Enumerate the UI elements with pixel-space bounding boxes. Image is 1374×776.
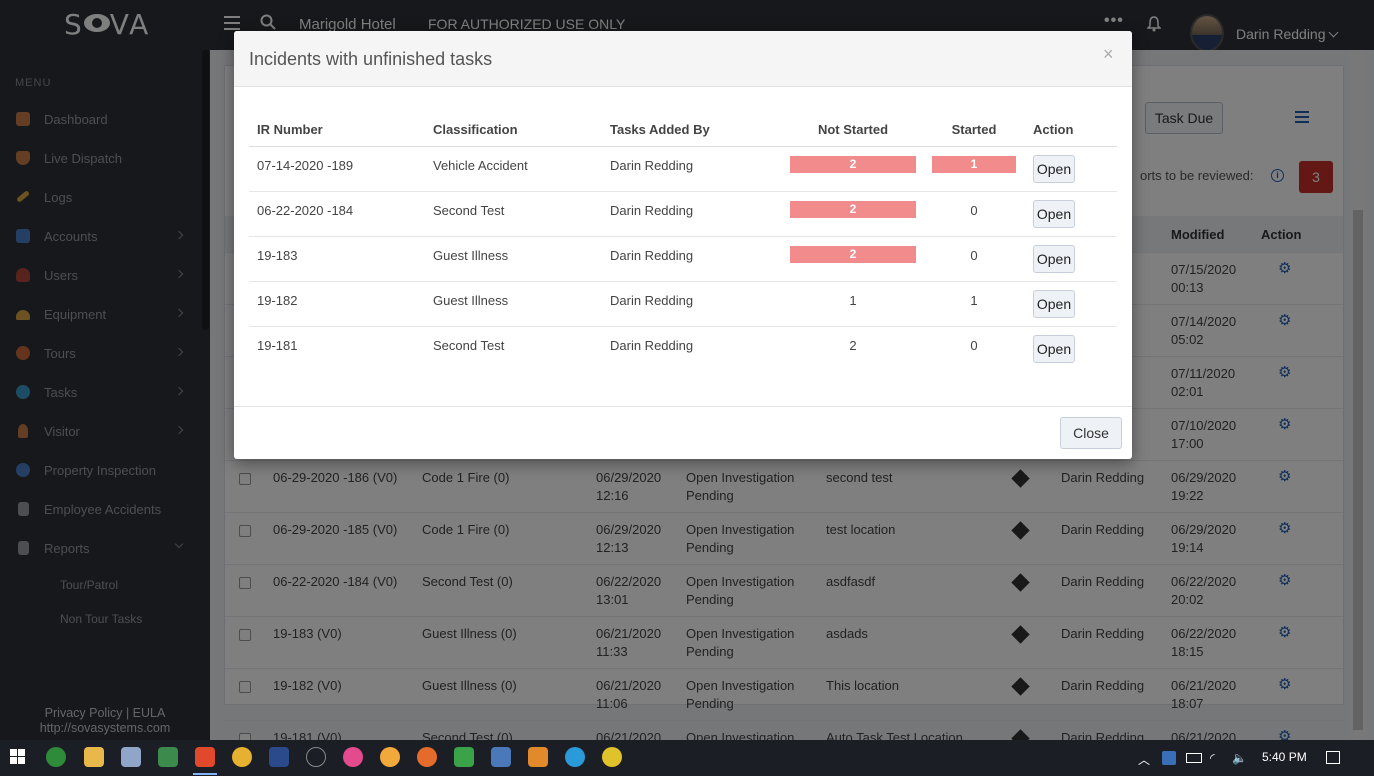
open-button[interactable]: Open <box>1033 245 1075 273</box>
unfinished-tasks-modal: Incidents with unfinished tasks × IR Num… <box>234 31 1132 459</box>
active-app-indicator <box>193 773 217 775</box>
tasks-added-by: Darin Redding <box>610 158 694 173</box>
notifications-icon[interactable] <box>1326 751 1340 764</box>
started-count: 0 <box>970 203 978 218</box>
battery-icon[interactable] <box>1186 753 1202 763</box>
camtasia-icon[interactable] <box>454 747 474 767</box>
chrome-icon[interactable] <box>232 747 252 767</box>
download-icon[interactable] <box>491 747 511 767</box>
network-tool-icon[interactable] <box>121 747 141 767</box>
ir-number: 19-181 <box>257 338 298 353</box>
tasks-added-by: Darin Redding <box>610 203 694 218</box>
slack-icon[interactable] <box>343 747 363 767</box>
column-header-started: Started <box>951 122 997 137</box>
incident-row: 19-183 Guest Illness Darin Redding 2 0 O… <box>249 237 1117 282</box>
not-started-count: 2 <box>849 338 857 353</box>
modal-title: Incidents with unfinished tasks <box>249 49 493 69</box>
not-started-count: 2 <box>790 201 916 218</box>
column-header-classification: Classification <box>433 122 518 137</box>
incident-row: 19-181 Second Test Darin Redding 2 0 Ope… <box>249 327 1117 372</box>
network-status-icon[interactable] <box>1162 751 1176 765</box>
incident-row: 19-182 Guest Illness Darin Redding 1 1 O… <box>249 282 1117 327</box>
remote-icon[interactable] <box>269 747 289 767</box>
classification: Vehicle Accident <box>433 158 528 173</box>
classification: Second Test <box>433 203 505 218</box>
hs-icon[interactable] <box>46 747 66 767</box>
classification: Second Test <box>433 338 505 353</box>
volume-icon[interactable]: 🔈 <box>1232 751 1247 765</box>
column-header-action: Action <box>1033 122 1074 137</box>
classification: Guest Illness <box>433 248 509 263</box>
open-button[interactable]: Open <box>1033 200 1075 228</box>
show-hidden-icons-icon[interactable]: ︿ <box>1138 751 1150 768</box>
started-count: 0 <box>970 338 978 353</box>
folder-icon[interactable] <box>84 747 104 767</box>
tasks-added-by: Darin Redding <box>610 338 694 353</box>
started-count: 1 <box>932 156 1016 173</box>
incident-row: 06-22-2020 -184 Second Test Darin Reddin… <box>249 192 1117 237</box>
flame-icon[interactable] <box>306 747 326 767</box>
incident-row: 07-14-2020 -189 Vehicle Accident Darin R… <box>249 147 1117 192</box>
not-started-count: 1 <box>849 293 857 308</box>
open-button[interactable]: Open <box>1033 155 1075 183</box>
tasks-added-by: Darin Redding <box>610 248 694 263</box>
ir-number: 06-22-2020 -184 <box>257 203 354 218</box>
windows-taskbar: ︿ ◜ 🔈 5:40 PM <box>0 740 1374 776</box>
windows-start-icon[interactable] <box>10 749 26 765</box>
column-header-tasks-added-by: Tasks Added By <box>610 122 710 137</box>
close-button[interactable]: Close <box>1060 417 1122 449</box>
spreadsheet-icon[interactable] <box>158 747 178 767</box>
ir-number: 19-183 <box>257 248 298 263</box>
norton-icon[interactable] <box>602 747 622 767</box>
open-button[interactable]: Open <box>1033 290 1075 318</box>
modal-footer-divider <box>234 406 1132 407</box>
not-started-count: 2 <box>790 156 916 173</box>
started-count: 0 <box>970 248 978 263</box>
modal-header: Incidents with unfinished tasks × <box>234 31 1132 87</box>
ir-number: 07-14-2020 -189 <box>257 158 354 173</box>
edge-icon[interactable] <box>565 747 585 767</box>
ir-number: 19-182 <box>257 293 298 308</box>
brave-icon[interactable] <box>195 747 215 767</box>
column-header-not-started: Not Started <box>817 122 889 137</box>
wifi-icon[interactable]: ◜ <box>1210 751 1215 765</box>
yellow-app-icon[interactable] <box>380 747 400 767</box>
firefox-icon[interactable] <box>417 747 437 767</box>
column-header-ir-number: IR Number <box>257 122 323 137</box>
not-started-count: 2 <box>790 246 916 263</box>
tasks-added-by: Darin Redding <box>610 293 694 308</box>
classification: Guest Illness <box>433 293 509 308</box>
open-button[interactable]: Open <box>1033 335 1075 363</box>
sublime-icon[interactable] <box>528 747 548 767</box>
taskbar-clock[interactable]: 5:40 PM <box>1262 750 1307 764</box>
close-icon[interactable]: × <box>1103 44 1114 65</box>
started-count: 1 <box>970 293 978 308</box>
